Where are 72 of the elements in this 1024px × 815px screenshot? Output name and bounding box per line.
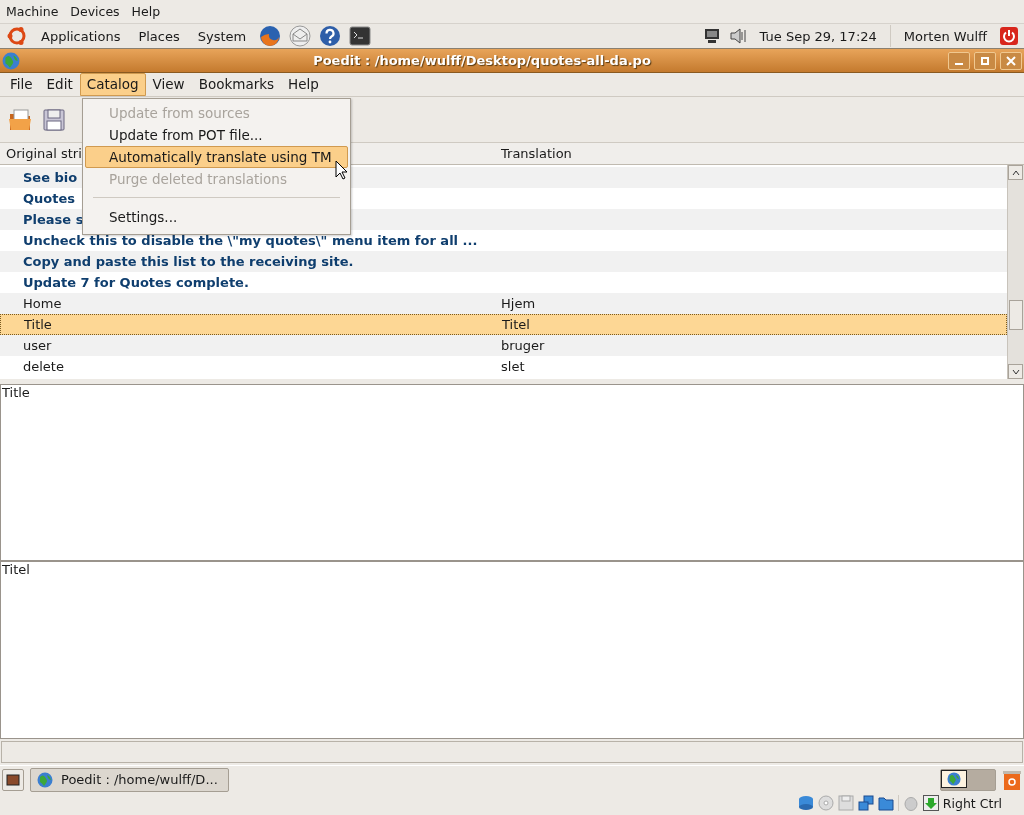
maximize-icon — [980, 55, 990, 66]
speaker-icon[interactable] — [728, 27, 747, 45]
panel-menu[interactable]: Places — [133, 28, 185, 44]
table-cell: Titel — [502, 317, 530, 332]
host-key-label: Right Ctrl — [942, 795, 1002, 811]
table-cell: Uncheck this to disable the \"my quotes\" menu item for all ... — [23, 233, 478, 248]
table-cell: Update 7 for Quotes complete. — [23, 275, 249, 290]
table-row[interactable]: delete slet — [0, 356, 1007, 377]
terminal-icon[interactable] — [349, 26, 372, 46]
menu-item[interactable]: Edit — [39, 73, 80, 96]
table-cell: Copy and paste this list to the receiving site. — [23, 254, 354, 269]
minimize-button[interactable] — [948, 51, 970, 70]
scroll-down-icon[interactable] — [1011, 368, 1020, 375]
table-cell: Hjem — [501, 296, 536, 311]
clock[interactable]: Tue Sep 29, 17:24 — [754, 28, 882, 44]
table-cell: See bio — [23, 170, 78, 185]
table-cell: Title — [24, 317, 52, 332]
panel-menu[interactable]: System — [192, 28, 252, 44]
user-name[interactable]: Morten Wulff — [898, 28, 992, 44]
disc-icon — [817, 795, 834, 811]
show-desktop-button[interactable] — [2, 768, 24, 791]
desktop-icon — [6, 773, 20, 786]
scroll-up-icon[interactable] — [1011, 169, 1020, 176]
power-icon[interactable] — [1000, 27, 1018, 45]
envelope-icon[interactable] — [289, 25, 312, 47]
window-title: Poedit : /home/wulff/Desktop/quotes-all-da.po — [312, 53, 652, 68]
menu-item[interactable]: File — [3, 73, 40, 96]
menu-item[interactable]: View — [145, 73, 192, 96]
table-row[interactable]: user bruger — [0, 335, 1007, 356]
table-row[interactable]: Copy and paste this list to the receiving site. — [0, 251, 1007, 272]
down-arrow-icon — [922, 795, 939, 811]
maximize-button[interactable] — [974, 51, 996, 70]
close-icon — [1006, 55, 1016, 66]
table-cell: delete — [23, 359, 64, 374]
menu-item[interactable]: Settings... — [85, 206, 348, 228]
table-row[interactable]: Update 7 for Quotes complete. — [0, 272, 1007, 293]
column-header[interactable]: Translation — [495, 146, 1024, 161]
table-row[interactable]: Quotes — [0, 188, 1007, 209]
minimize-icon — [955, 62, 963, 65]
table-cell: bruger — [501, 338, 545, 353]
scrollbar[interactable] — [1007, 165, 1024, 379]
globe-icon — [947, 771, 961, 786]
taskbar-button[interactable]: Poedit : /home/wulff/D... — [30, 767, 229, 792]
panel-menu[interactable]: Applications — [36, 28, 126, 44]
menu-item[interactable]: Catalog — [79, 73, 146, 96]
table-row[interactable]: Title Titel — [0, 314, 1007, 335]
close-button[interactable] — [1000, 51, 1022, 70]
original-text-area[interactable]: Title — [0, 384, 1024, 561]
table-cell: Home — [23, 296, 62, 311]
hard-disk-icon — [797, 795, 814, 811]
table-row[interactable]: Uncheck this to disable the \"my quotes\" menu item for all ... — [0, 230, 1007, 251]
host-menu-item[interactable]: Devices — [70, 4, 120, 19]
translation-text-area[interactable]: Titel — [0, 561, 1024, 739]
folder-icon — [877, 795, 894, 811]
table-cell: Quotes — [23, 191, 75, 206]
table-row[interactable]: Home Hjem — [0, 293, 1007, 314]
open-folder-icon[interactable] — [8, 107, 34, 132]
app-globe-icon — [2, 51, 20, 70]
mouse-cursor-icon — [335, 160, 348, 180]
scrollbar-thumb[interactable] — [1009, 300, 1023, 330]
menu-item[interactable]: Automatically translate using TM — [85, 146, 348, 168]
help-icon[interactable] — [319, 25, 342, 47]
host-menu-item[interactable]: Help — [131, 4, 161, 19]
menu-item[interactable]: Bookmarks — [191, 73, 282, 96]
table-cell: slet — [501, 359, 525, 374]
menu-item[interactable]: Update from POT file... — [85, 124, 348, 146]
app-globe-icon — [37, 771, 53, 788]
table-cell: user — [23, 338, 52, 353]
host-menu-item[interactable]: Machine — [6, 4, 59, 19]
trash-icon[interactable] — [1002, 768, 1022, 791]
menu-item[interactable]: Help — [281, 73, 326, 96]
workspace-switcher[interactable] — [940, 768, 996, 791]
